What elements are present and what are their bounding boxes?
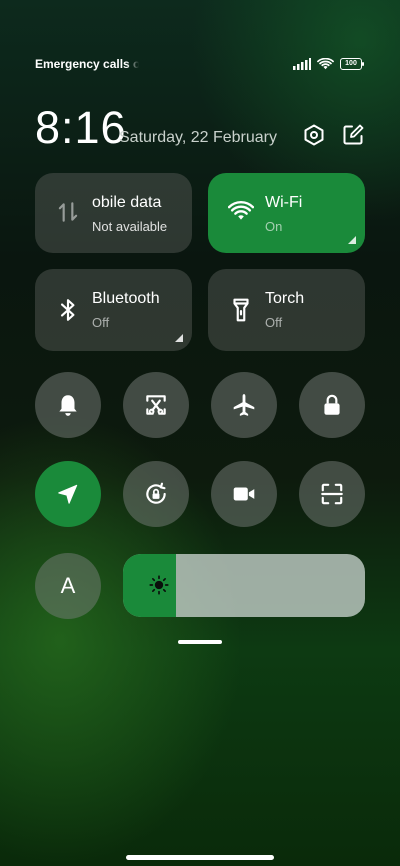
wifi-icon	[228, 200, 254, 220]
toggle-screenshot[interactable]	[123, 372, 189, 438]
toggle-scanner[interactable]	[299, 461, 365, 527]
settings-icon[interactable]	[302, 123, 326, 147]
auto-brightness-label: A	[60, 573, 76, 598]
screenshot-icon	[146, 395, 166, 415]
airplane-icon	[233, 394, 255, 416]
bluetooth-icon	[60, 299, 75, 321]
tile-mobile-data-status: Not available	[92, 219, 168, 234]
tile-mobile-data[interactable]: obile data Not available	[35, 173, 192, 253]
signal-icon	[293, 58, 311, 70]
status-bar: Emergency calls o 100	[35, 54, 364, 74]
brightness-sun-icon	[149, 575, 169, 595]
tile-torch[interactable]: Torch Off	[208, 269, 365, 351]
tile-wifi-status: On	[265, 219, 283, 234]
torch-icon	[233, 298, 249, 322]
clock-time: 8:16	[35, 102, 127, 153]
tile-bluetooth[interactable]: Bluetooth Off	[35, 269, 192, 351]
toggle-location[interactable]	[35, 461, 101, 527]
toggle-ring[interactable]	[35, 372, 101, 438]
wifi-icon	[317, 58, 334, 70]
lock-icon	[324, 394, 340, 415]
home-indicator[interactable]	[126, 855, 274, 860]
toggle-airplane[interactable]	[211, 372, 277, 438]
brightness-slider[interactable]	[123, 554, 365, 617]
panel-drag-handle[interactable]	[178, 640, 222, 644]
tile-bluetooth-status: Off	[92, 315, 110, 330]
tile-wifi[interactable]: Wi-Fi On	[208, 173, 365, 253]
expand-corner-icon[interactable]	[348, 236, 356, 244]
toggle-lock-screen[interactable]	[299, 372, 365, 438]
tile-wifi-label: Wi-Fi	[265, 194, 303, 211]
tile-bluetooth-label: Bluetooth	[92, 290, 160, 307]
tile-torch-status: Off	[265, 315, 283, 330]
tile-mobile-data-label: obile data	[92, 194, 162, 211]
expand-corner-icon[interactable]	[175, 334, 183, 342]
rotation-lock-icon	[146, 482, 166, 504]
edit-icon[interactable]	[341, 123, 365, 147]
bell-icon	[59, 395, 77, 416]
tile-torch-label: Torch	[265, 290, 305, 307]
carrier-text: Emergency calls o	[35, 57, 139, 71]
clock-date: Saturday, 22 February	[119, 129, 278, 146]
toggle-video[interactable]	[211, 461, 277, 527]
toggle-rotation-lock[interactable]	[123, 461, 189, 527]
battery-icon: 100	[340, 58, 364, 70]
mobile-data-icon	[58, 202, 78, 222]
scan-icon	[321, 483, 343, 505]
video-icon	[233, 487, 255, 501]
location-icon	[58, 484, 78, 504]
auto-brightness-button[interactable]: A	[35, 553, 101, 619]
clock-header: 8:16 Saturday, 22 February	[35, 102, 365, 154]
